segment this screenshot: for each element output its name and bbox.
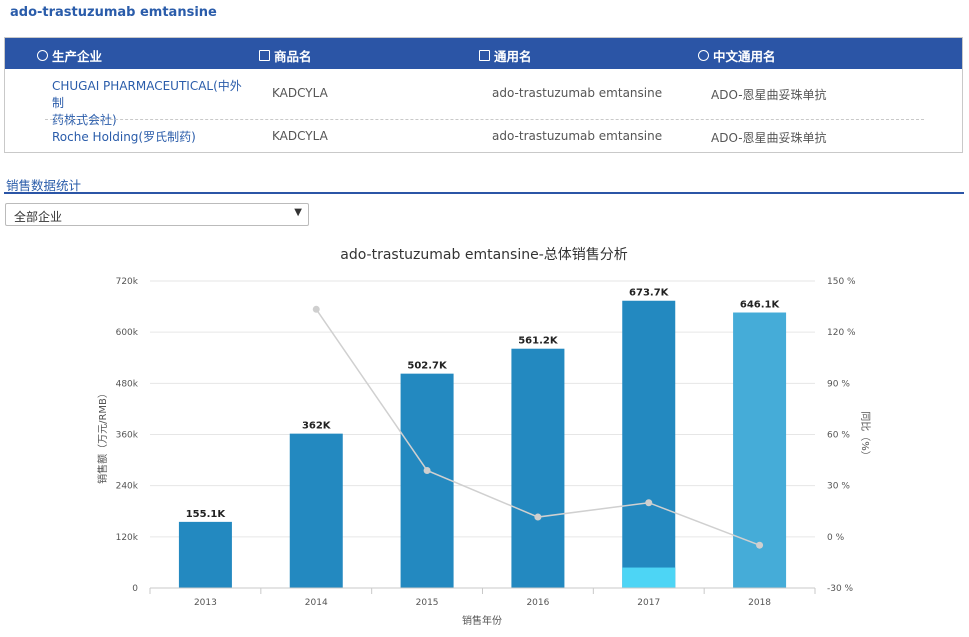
y2-tick-label: 30 % — [827, 482, 850, 492]
bag-icon — [259, 50, 270, 61]
drug-title: ado-trastuzumab emtansine — [10, 5, 217, 20]
chart-grid — [150, 280, 815, 538]
generic-name: ado-trastuzumab emtansine — [492, 86, 663, 100]
bar-2015 — [400, 373, 454, 588]
bar-segment-2017 — [622, 567, 676, 588]
bar-2017 — [622, 300, 676, 588]
company-filter-select[interactable]: 全部企业 ▼ — [5, 203, 309, 226]
brand-name: KADCYLA — [272, 129, 328, 143]
data-label: 502.7K — [407, 361, 448, 372]
company-link[interactable]: CHUGAI PHARMACEUTICAL(中外制 药株式会社) — [52, 78, 242, 129]
brand-name: KADCYLA — [272, 86, 328, 100]
y-tick-label: 240k — [116, 482, 139, 492]
x-tick-label: 2018 — [748, 598, 771, 608]
company-icon — [37, 50, 48, 61]
data-label: 155.1K — [186, 509, 227, 520]
chinese-name: ADO-恩星曲妥珠单抗 — [711, 88, 827, 102]
section-divider — [4, 192, 964, 194]
growth-point — [756, 541, 764, 549]
y2-tick-label: 120 % — [827, 328, 856, 338]
sales-chart: ado-trastuzumab emtansine-总体销售分析 155.1K 3… — [96, 247, 871, 627]
bar-2016 — [511, 348, 565, 588]
x-axis-label: 销售年份 — [462, 614, 502, 627]
gift-icon — [479, 50, 490, 61]
y-tick-label: 360k — [116, 431, 139, 441]
row-divider — [45, 119, 924, 120]
chart-title: ado-trastuzumab emtansine-总体销售分析 — [340, 247, 628, 263]
x-tick-label: 2015 — [416, 598, 439, 608]
y-tick-label: 720k — [116, 277, 139, 287]
header-chinese-name: 中文通用名 — [698, 46, 776, 65]
bar-2014 — [289, 433, 343, 588]
chart-bars: 155.1K 362K 502.7K 561.2K 673.7K 646.1K — [178, 288, 787, 588]
data-label: 362K — [302, 421, 332, 432]
y2-tick-label: 60 % — [827, 431, 850, 441]
x-tick-label: 2016 — [526, 598, 549, 608]
data-label: 561.2K — [518, 336, 559, 347]
y-axis-label: 销售额（万元/RMB） — [96, 388, 109, 484]
y-tick-label: 480k — [116, 379, 139, 389]
growth-point — [312, 305, 320, 313]
y2-tick-label: 150 % — [827, 277, 856, 287]
x-tick-label: 2014 — [305, 598, 328, 608]
product-table: 生产企业 商品名 通用名 中文通用名 CHUGAI PHARMACEUTICAL… — [4, 37, 963, 153]
y-tick-label: 600k — [116, 328, 139, 338]
y2-axis-label: 同比（%） — [859, 411, 871, 461]
x-tick-label: 2017 — [637, 598, 660, 608]
dropdown-arrow-icon: ▼ — [294, 207, 302, 218]
company-link[interactable]: Roche Holding(罗氏制药) — [52, 129, 242, 146]
data-label: 673.7K — [629, 288, 670, 299]
y2-tick-label: 90 % — [827, 379, 850, 389]
generic-name: ado-trastuzumab emtansine — [492, 129, 663, 143]
growth-point — [645, 499, 653, 507]
table-header: 生产企业 商品名 通用名 中文通用名 — [5, 38, 962, 69]
growth-point — [423, 466, 431, 474]
header-generic: 通用名 — [479, 46, 532, 65]
chinese-name: ADO-恩星曲妥珠单抗 — [711, 131, 827, 145]
bar-2013 — [178, 521, 232, 588]
header-company: 生产企业 — [37, 46, 102, 65]
y-tick-label: 120k — [116, 533, 139, 543]
growth-point — [534, 513, 542, 521]
y-tick-label: 0 — [132, 584, 138, 594]
data-label: 646.1K — [740, 300, 781, 311]
header-brand: 商品名 — [259, 46, 312, 65]
target-icon — [698, 50, 709, 61]
y2-tick-label: 0 % — [827, 533, 845, 543]
x-tick-label: 2013 — [194, 598, 217, 608]
y2-tick-label: -30 % — [827, 584, 854, 594]
